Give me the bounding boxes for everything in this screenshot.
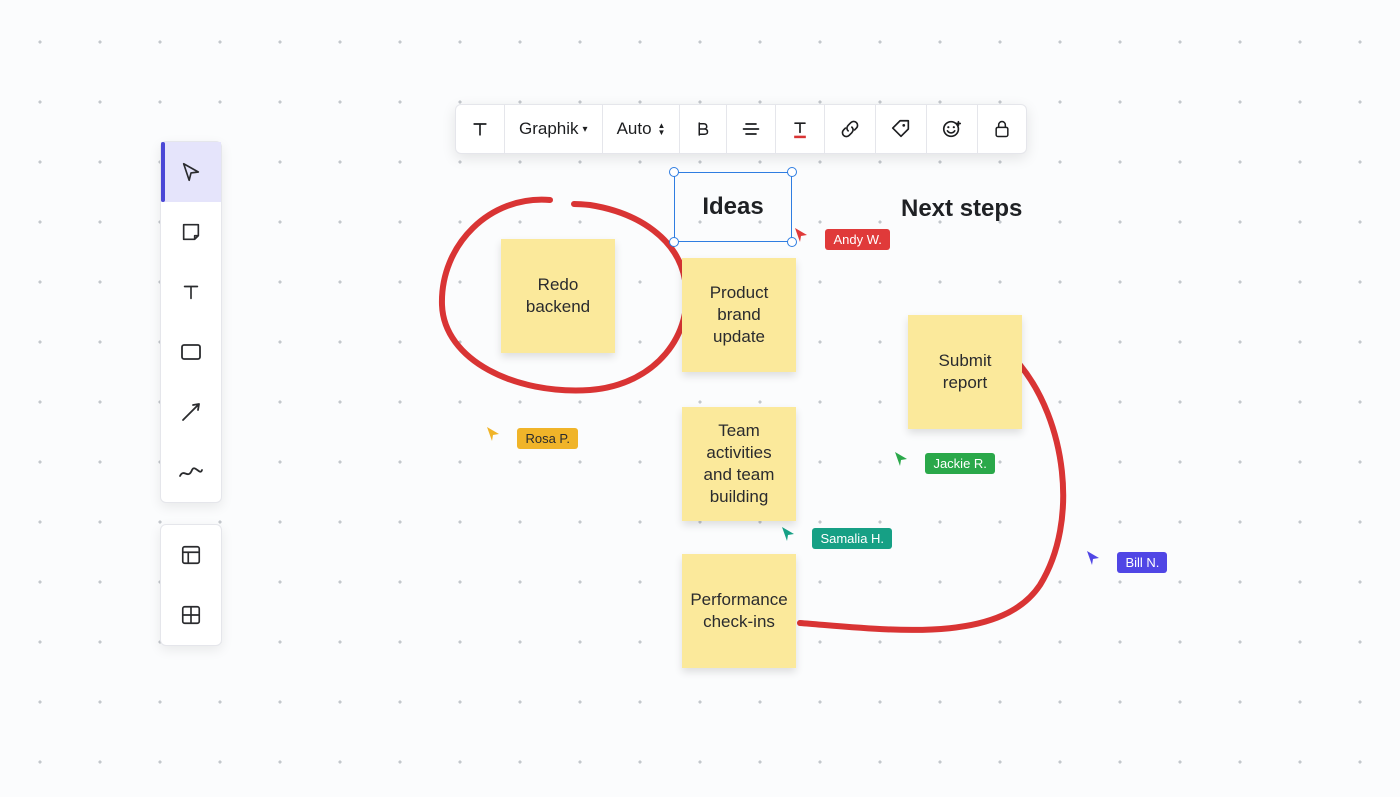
sticky-note-icon: [180, 221, 202, 243]
tag-icon: [890, 118, 912, 140]
collab-label: Andy W.: [825, 229, 889, 250]
tool-layout-panel[interactable]: [161, 525, 221, 585]
text-content: Next steps: [901, 195, 1022, 222]
link-icon: [839, 118, 861, 140]
chevron-down-icon: ▾: [583, 124, 588, 135]
tool-sticky[interactable]: [161, 202, 221, 262]
text-format-bar: Graphik ▾ Auto ▲▼: [455, 104, 1027, 154]
stepper-icon: ▲▼: [658, 122, 666, 136]
layout-panel-icon: [180, 544, 202, 566]
collab-label: Jackie R.: [925, 453, 994, 474]
rectangle-icon: [179, 342, 203, 362]
tool-rectangle[interactable]: [161, 322, 221, 382]
link-button[interactable]: [825, 105, 876, 153]
lock-button[interactable]: [978, 105, 1026, 153]
text-color-icon: [790, 118, 810, 140]
text-content: Ideas: [702, 193, 763, 221]
emoji-icon: [941, 118, 963, 140]
font-family-select[interactable]: Graphik ▾: [505, 105, 603, 153]
sticky-performance[interactable]: Performance check-ins: [682, 554, 796, 668]
font-size-select[interactable]: Auto ▲▼: [603, 105, 681, 153]
text-element-next-steps[interactable]: Next steps: [901, 195, 1022, 223]
lock-icon: [992, 118, 1012, 140]
collab-cursor-jackie: Jackie R.: [893, 437, 995, 474]
collab-cursor-rosa: Rosa P.: [485, 412, 578, 449]
resize-handle-tl[interactable]: [669, 167, 679, 177]
collab-label: Rosa P.: [517, 428, 578, 449]
tool-text[interactable]: [161, 262, 221, 322]
arrow-icon: [179, 400, 203, 424]
sticky-team-activities[interactable]: Team activities and team building: [682, 407, 796, 521]
sticky-text: Performance check-ins: [690, 589, 787, 633]
sticky-text: Submit report: [918, 350, 1012, 394]
text-icon: [180, 281, 202, 303]
freehand-icon: [178, 462, 204, 482]
emoji-button[interactable]: [927, 105, 978, 153]
collab-cursor-samalia: Samalia H.: [780, 512, 892, 549]
align-button[interactable]: [727, 105, 776, 153]
collab-label: Samalia H.: [812, 528, 892, 549]
cursor-pointer-icon: [780, 525, 796, 543]
tool-freehand[interactable]: [161, 442, 221, 502]
font-family-label: Graphik: [519, 119, 579, 139]
align-icon: [741, 120, 761, 138]
cursor-pointer-icon: [485, 425, 501, 443]
tool-arrow[interactable]: [161, 382, 221, 442]
text-color-button[interactable]: [776, 105, 825, 153]
collab-cursor-bill: Bill N.: [1085, 536, 1167, 573]
collab-label: Bill N.: [1117, 552, 1167, 573]
panels-toolbar: [160, 524, 222, 646]
cursor-icon: [180, 161, 202, 183]
tool-grid-panel[interactable]: [161, 585, 221, 645]
resize-handle-tr[interactable]: [787, 167, 797, 177]
cursor-pointer-icon: [793, 226, 809, 244]
sticky-redo-backend[interactable]: Redo backend: [501, 239, 615, 353]
format-text-tool[interactable]: [456, 105, 505, 153]
sticky-text: Redo backend: [511, 274, 605, 318]
font-size-label: Auto: [617, 119, 652, 139]
grid-panel-icon: [180, 604, 202, 626]
sticky-text: Product brand update: [692, 282, 786, 348]
text-element-ideas-selected[interactable]: Ideas: [674, 172, 792, 242]
cursor-pointer-icon: [893, 450, 909, 468]
sticky-product-brand[interactable]: Product brand update: [682, 258, 796, 372]
bold-icon: [694, 120, 712, 138]
tag-button[interactable]: [876, 105, 927, 153]
cursor-pointer-icon: [1085, 549, 1101, 567]
text-t-icon: [470, 119, 490, 139]
sticky-submit-report[interactable]: Submit report: [908, 315, 1022, 429]
tool-select[interactable]: [161, 142, 221, 202]
resize-handle-bl[interactable]: [669, 237, 679, 247]
bold-button[interactable]: [680, 105, 727, 153]
sticky-text: Team activities and team building: [692, 420, 786, 508]
tools-toolbar: [160, 141, 222, 503]
collab-cursor-andy: Andy W.: [793, 213, 890, 250]
